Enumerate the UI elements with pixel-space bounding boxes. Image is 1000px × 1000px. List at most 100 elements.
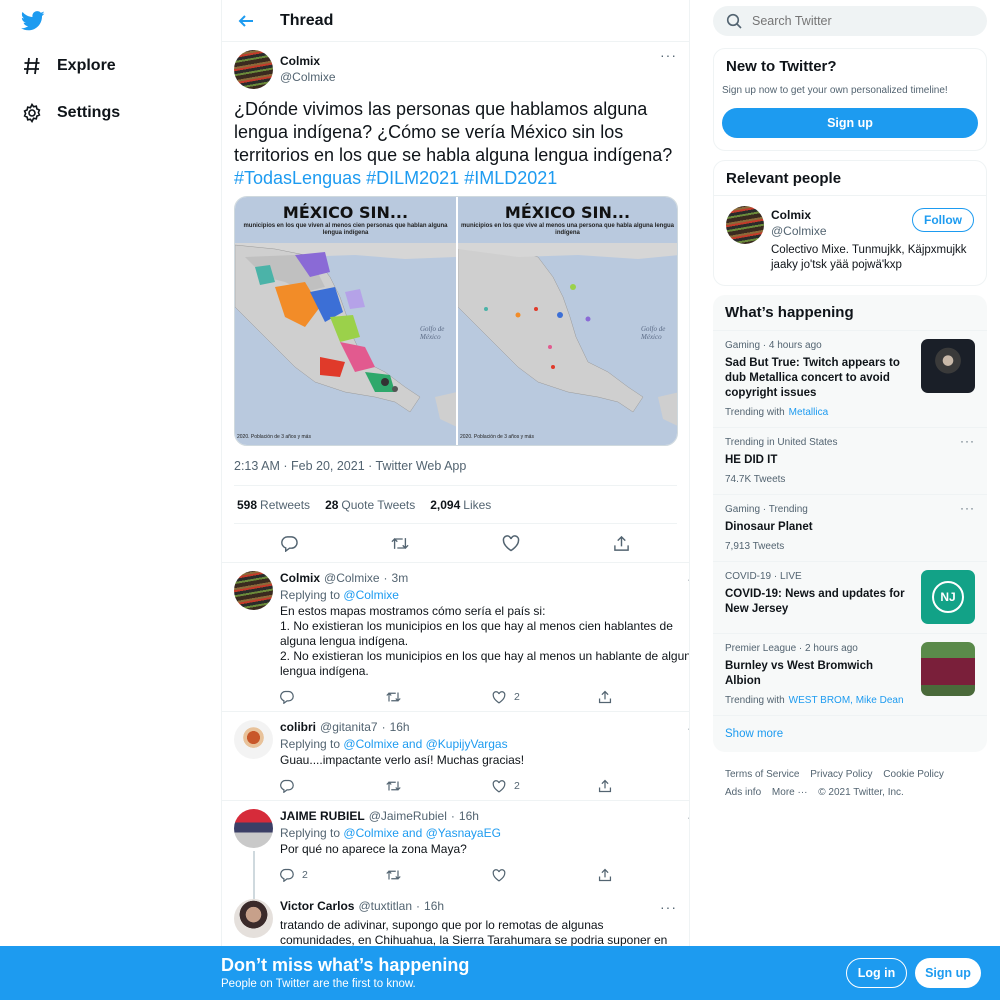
- retweet-icon[interactable]: [386, 690, 492, 704]
- quote-tweets-stat[interactable]: 28 Quote Tweets: [325, 498, 415, 512]
- nj-badge-text: NJ: [932, 581, 964, 613]
- footer-link[interactable]: Cookie Policy: [883, 769, 944, 780]
- reply-author-name[interactable]: Colmix: [280, 571, 320, 586]
- trend-meta: Premier League · 2 hours ago: [725, 643, 858, 654]
- trend-sub: 7,913 Tweets: [725, 541, 785, 552]
- trend-item[interactable]: Gaming · 4 hours ago Sad But True: Twitc…: [713, 330, 987, 427]
- more-options-icon[interactable]: ···: [960, 435, 975, 447]
- like-icon[interactable]: 2: [492, 690, 598, 704]
- footer-link[interactable]: More ···: [772, 787, 808, 798]
- more-options-icon[interactable]: ···: [660, 900, 677, 914]
- trend-link[interactable]: WEST BROM, Mike Dean: [789, 695, 904, 706]
- like-icon[interactable]: [492, 868, 598, 882]
- reply-author-handle[interactable]: @gitanita7: [320, 720, 378, 735]
- trend-item[interactable]: Premier League · 2 hours ago Burnley vs …: [713, 633, 987, 715]
- replying-to-link[interactable]: @Colmixe: [343, 588, 399, 602]
- reply-author-handle[interactable]: @JaimeRubiel: [369, 809, 447, 824]
- trend-meta: Trending in United States: [725, 437, 838, 448]
- avatar[interactable]: [234, 571, 273, 610]
- nav-explore[interactable]: Explore: [22, 53, 116, 79]
- tweet-time[interactable]: 2:13 AM: [234, 459, 280, 473]
- map-image-right[interactable]: MÉXICO SIN... municipios en los que vive…: [456, 197, 677, 445]
- banner-signup-button[interactable]: Sign up: [915, 958, 981, 988]
- likes-stat[interactable]: 2,094 Likes: [430, 498, 491, 512]
- tweet-timestamp: 2:13 AM · Feb 20, 2021 · Twitter Web App: [234, 459, 677, 486]
- avatar[interactable]: [726, 206, 764, 244]
- hashtag-link[interactable]: #TodasLenguas: [234, 168, 361, 188]
- reply-actions: 2: [280, 683, 689, 711]
- reply-tweet[interactable]: colibri@gitanita7·16h··· Replying to @Co…: [222, 711, 689, 800]
- more-options-icon[interactable]: ···: [687, 572, 689, 586]
- share-icon[interactable]: [613, 534, 631, 552]
- reply-tweet[interactable]: Colmix@Colmixe·3m··· Replying to @Colmix…: [222, 562, 689, 711]
- author-handle[interactable]: @Colmixe: [280, 70, 336, 84]
- reply-time[interactable]: 16h: [424, 899, 444, 914]
- nav-settings[interactable]: Settings: [22, 100, 120, 126]
- back-arrow-icon[interactable]: [236, 11, 256, 31]
- reply-author-name[interactable]: colibri: [280, 720, 316, 735]
- trend-sub: Trending with WEST BROM, Mike Dean: [725, 695, 904, 706]
- reply-author-name[interactable]: Victor Carlos: [280, 899, 354, 914]
- avatar[interactable]: [234, 50, 273, 89]
- more-options-icon[interactable]: ···: [660, 48, 677, 62]
- search-box[interactable]: [713, 6, 987, 36]
- trend-item[interactable]: Gaming · Trending Dinosaur Planet 7,913 …: [713, 494, 987, 561]
- hashtag-icon: [22, 56, 42, 76]
- whats-happening-title: What’s happening: [725, 304, 854, 321]
- reply-icon[interactable]: [280, 690, 386, 704]
- whats-happening-card: What’s happening Gaming · 4 hours ago Sa…: [713, 295, 987, 752]
- reply-time[interactable]: 16h: [459, 809, 479, 824]
- login-button[interactable]: Log in: [846, 958, 907, 988]
- avatar[interactable]: [234, 720, 273, 759]
- retweet-icon[interactable]: [386, 868, 492, 882]
- retweet-icon[interactable]: [391, 534, 409, 552]
- share-icon[interactable]: [598, 690, 689, 704]
- reply-icon[interactable]: 2: [280, 868, 386, 882]
- tweet-media[interactable]: MÉXICO SIN... municipios en los que vive…: [234, 196, 678, 446]
- hashtag-link[interactable]: #DILM2021: [366, 168, 459, 188]
- replying-to-link[interactable]: @Colmixe and @KupijyVargas: [343, 737, 507, 751]
- relevant-person[interactable]: Colmix @Colmixe Follow Colectivo Mixe. T…: [714, 196, 986, 285]
- footer-link[interactable]: Terms of Service: [725, 769, 799, 780]
- signup-button[interactable]: Sign up: [722, 108, 978, 138]
- avatar[interactable]: [234, 809, 273, 848]
- reply-icon[interactable]: [280, 779, 386, 793]
- trend-item[interactable]: COVID-19 · LIVE COVID-19: News and updat…: [713, 561, 987, 633]
- reply-author-handle[interactable]: @Colmixe: [324, 571, 380, 586]
- like-icon[interactable]: [502, 534, 520, 552]
- share-icon[interactable]: [598, 779, 689, 793]
- footer-link[interactable]: Ads info: [725, 787, 761, 798]
- nav-explore-label: Explore: [57, 57, 116, 74]
- copyright: © 2021 Twitter, Inc.: [818, 787, 904, 798]
- more-options-icon[interactable]: ···: [687, 810, 689, 824]
- show-more-link[interactable]: Show more: [713, 715, 987, 752]
- retweets-stat[interactable]: 598 Retweets: [237, 498, 310, 512]
- reply-time[interactable]: 16h: [390, 720, 410, 735]
- author-name[interactable]: Colmix: [280, 54, 336, 68]
- more-options-icon[interactable]: ···: [960, 502, 975, 514]
- like-count: 2: [514, 780, 520, 792]
- tweet-text-body: ¿Dónde vivimos las personas que hablamos…: [234, 99, 673, 165]
- trend-link[interactable]: Metallica: [789, 407, 828, 418]
- avatar[interactable]: [234, 899, 273, 938]
- retweet-icon[interactable]: [386, 779, 492, 793]
- hashtag-link[interactable]: #IMLD2021: [464, 168, 557, 188]
- more-options-icon[interactable]: ···: [687, 721, 689, 735]
- follow-button[interactable]: Follow: [912, 208, 974, 232]
- search-input[interactable]: [752, 14, 972, 28]
- reply-icon[interactable]: [280, 534, 298, 552]
- reply-tweet[interactable]: JAIME RUBIEL@JaimeRubiel·16h··· Replying…: [222, 800, 689, 899]
- reply-author-name[interactable]: JAIME RUBIEL: [280, 809, 365, 824]
- reply-time[interactable]: 3m: [392, 571, 409, 586]
- reply-author-handle[interactable]: @tuxtitlan: [358, 899, 412, 914]
- map-image-left[interactable]: MÉXICO SIN... municipios en los que vive…: [235, 197, 456, 445]
- replying-to: Replying to @Colmixe: [280, 588, 399, 602]
- footer-link[interactable]: Privacy Policy: [810, 769, 872, 780]
- share-icon[interactable]: [598, 868, 689, 882]
- tweet-date[interactable]: Feb 20, 2021: [291, 459, 365, 473]
- trend-item[interactable]: Trending in United States HE DID IT 74.7…: [713, 427, 987, 494]
- footer-links: Terms of Service Privacy Policy Cookie P…: [713, 766, 987, 802]
- replying-to-link[interactable]: @Colmixe and @YasnayaEG: [343, 826, 501, 840]
- like-icon[interactable]: 2: [492, 779, 598, 793]
- twitter-logo-icon[interactable]: [20, 10, 45, 32]
